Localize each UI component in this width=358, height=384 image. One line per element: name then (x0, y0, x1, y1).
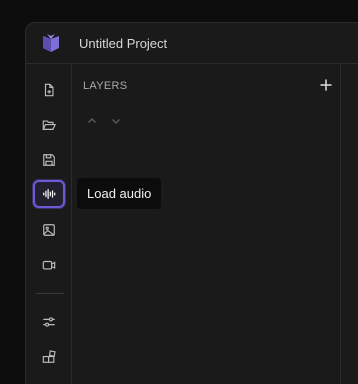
plus-icon (320, 79, 332, 91)
blocks-icon (42, 350, 56, 363)
cube-logo-icon (43, 34, 59, 52)
plugins-button[interactable] (33, 343, 65, 371)
app-window: Untitled Project LAYERS (25, 22, 358, 384)
video-icon (42, 260, 56, 270)
add-layer-button[interactable] (318, 77, 334, 93)
layers-panel: LAYERS (73, 64, 341, 384)
new-file-button[interactable] (33, 76, 65, 104)
load-image-button[interactable] (33, 216, 65, 244)
image-icon (43, 224, 55, 236)
move-layer-up-button[interactable] (85, 114, 99, 128)
load-audio-tooltip: Load audio (77, 178, 162, 209)
save-icon (43, 154, 55, 166)
settings-button[interactable] (33, 308, 65, 336)
layers-title: LAYERS (83, 80, 128, 92)
folder-open-icon (42, 120, 56, 130)
toolbar-divider (36, 293, 64, 294)
chevron-down-icon (112, 119, 120, 124)
sliders-icon (43, 317, 55, 327)
open-folder-button[interactable] (33, 111, 65, 139)
tool-sidebar (26, 64, 72, 384)
file-plus-icon (44, 83, 54, 97)
title-bar: Untitled Project (26, 23, 358, 64)
move-layer-down-button[interactable] (109, 114, 123, 128)
audio-waveform-icon (43, 189, 56, 199)
chevron-up-icon (88, 118, 96, 123)
save-button[interactable] (33, 146, 65, 174)
project-title[interactable]: Untitled Project (79, 36, 167, 51)
load-video-button[interactable] (33, 251, 65, 279)
load-audio-button[interactable] (33, 180, 65, 208)
